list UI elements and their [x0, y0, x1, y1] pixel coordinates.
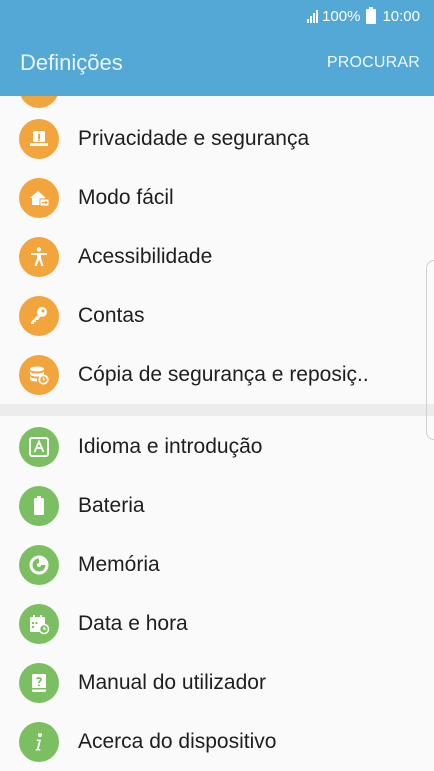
app-bar: Definições PROCURAR — [0, 32, 434, 96]
settings-item-privacy[interactable]: Privacidade e segurança — [0, 109, 434, 168]
signal-icon — [307, 9, 319, 23]
settings-item-memory[interactable]: Memória — [0, 535, 434, 594]
edge-panel-handle[interactable] — [426, 260, 434, 440]
settings-list[interactable]: Privacidade e segurança Modo fácil Acess… — [0, 96, 434, 771]
settings-item-label: Privacidade e segurança — [78, 126, 310, 150]
battery-percent: 100% — [322, 7, 361, 25]
settings-item-accounts[interactable]: Contas — [0, 286, 434, 345]
backup-reset-icon — [19, 354, 59, 395]
settings-item-language[interactable]: Idioma e introdução — [0, 417, 434, 476]
privacy-icon — [19, 118, 59, 159]
user-manual-icon — [19, 662, 59, 703]
settings-item-accessibility[interactable]: Acessibilidade — [0, 227, 434, 286]
settings-item-easy-mode[interactable]: Modo fácil — [0, 168, 434, 227]
status-bar: 100% 10:00 — [0, 0, 434, 32]
settings-item-label: Acerca do dispositivo — [78, 729, 277, 753]
partial-settings-icon — [19, 96, 59, 108]
settings-item-date-time[interactable]: Data e hora — [0, 594, 434, 653]
settings-item-label: Data e hora — [78, 611, 188, 635]
language-input-icon — [19, 426, 59, 467]
settings-item-label: Memória — [78, 552, 160, 576]
battery-status-icon — [366, 6, 377, 24]
accessibility-icon — [19, 236, 59, 277]
settings-item-label: Modo fácil — [78, 185, 174, 209]
battery-icon — [19, 485, 59, 526]
settings-item-user-manual[interactable]: Manual do utilizador — [0, 653, 434, 712]
about-device-icon — [19, 721, 59, 762]
page-title: Definições — [20, 50, 123, 75]
settings-item-label: Cópia de segurança e reposiç.. — [78, 362, 369, 386]
settings-item-backup-reset[interactable]: Cópia de segurança e reposiç.. — [0, 345, 434, 404]
settings-item-label: Acessibilidade — [78, 244, 213, 268]
clock: 10:00 — [382, 7, 420, 25]
settings-item-label: Bateria — [78, 493, 145, 517]
settings-item-battery[interactable]: Bateria — [0, 476, 434, 535]
date-time-icon — [19, 603, 59, 644]
section-divider — [0, 404, 434, 416]
memory-icon — [19, 544, 59, 585]
easy-mode-icon — [19, 177, 59, 218]
accounts-key-icon — [19, 295, 59, 336]
settings-item-about-device[interactable]: Acerca do dispositivo — [0, 712, 434, 771]
settings-item-label: Contas — [78, 303, 145, 327]
settings-item-label: Manual do utilizador — [78, 670, 266, 694]
status-indicators: 100% 10:00 — [307, 6, 420, 25]
settings-item-label: Idioma e introdução — [78, 434, 263, 458]
search-button[interactable]: PROCURAR — [327, 54, 420, 72]
